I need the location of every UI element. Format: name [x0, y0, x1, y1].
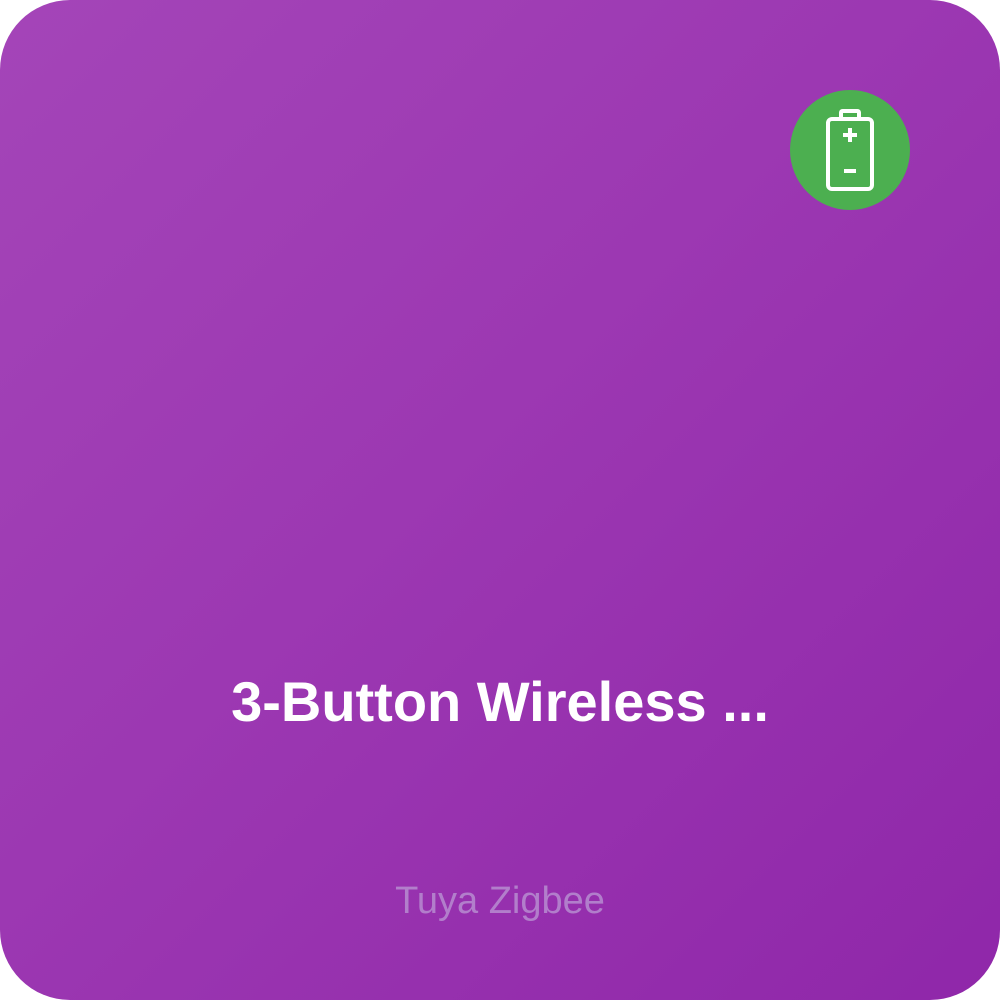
device-name: 3-Button Wireless ... [231, 670, 769, 733]
device-protocol-label: Tuya Zigbee [395, 880, 605, 922]
battery-status-badge[interactable] [790, 90, 910, 210]
battery-icon [820, 108, 880, 192]
device-tile[interactable]: 3-Button Wireless ... Tuya Zigbee [0, 0, 1000, 1000]
